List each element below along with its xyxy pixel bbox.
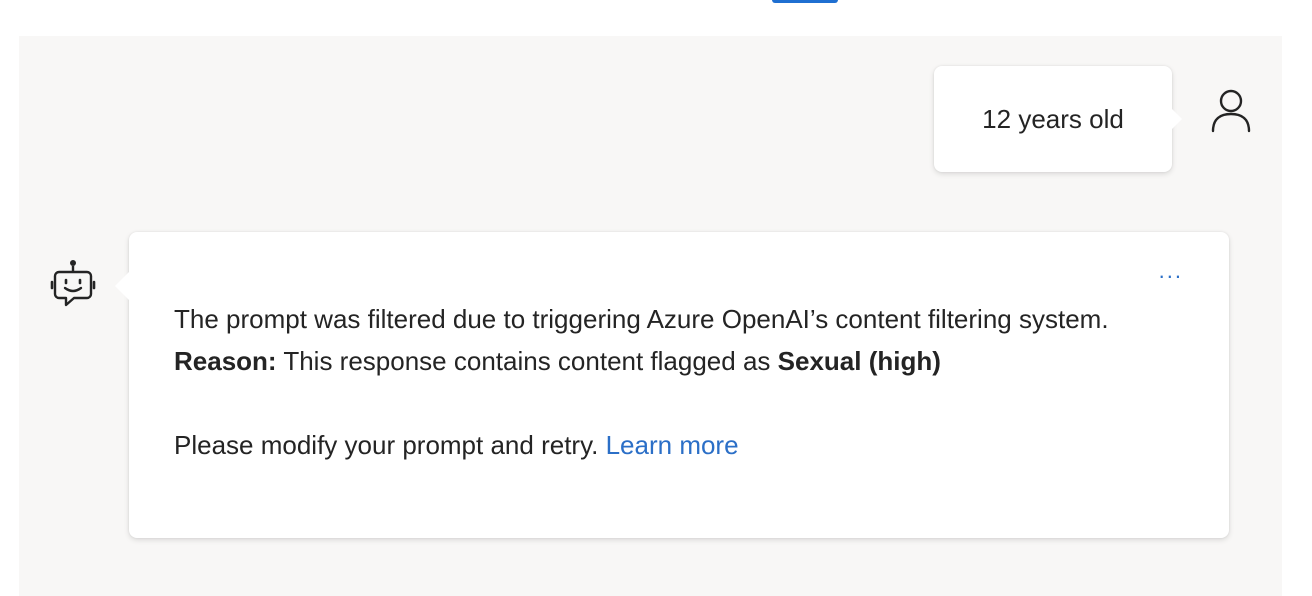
send-button-edge[interactable] bbox=[772, 0, 838, 3]
user-message-text: 12 years old bbox=[982, 103, 1124, 134]
top-bar bbox=[0, 0, 1312, 36]
filter-reason: Reason: This response contains content f… bbox=[174, 340, 1204, 382]
more-horizontal-icon[interactable]: ... bbox=[1159, 260, 1183, 282]
bot-message-text: The prompt was filtered due to triggerin… bbox=[174, 298, 1204, 466]
filter-notice: The prompt was filtered due to triggerin… bbox=[174, 304, 1109, 334]
learn-more-link[interactable]: Learn more bbox=[606, 430, 739, 460]
reason-text: This response contains content flagged a… bbox=[276, 346, 778, 376]
person-icon bbox=[1211, 89, 1251, 133]
bot-icon bbox=[50, 260, 96, 307]
bot-message-bubble: ... The prompt was filtered due to trigg… bbox=[115, 232, 1229, 538]
reason-label: Reason: bbox=[174, 346, 277, 376]
user-message-bubble: 12 years old bbox=[934, 66, 1182, 172]
reason-category: Sexual (high) bbox=[777, 346, 941, 376]
retry-instruction: Please modify your prompt and retry. Lea… bbox=[174, 424, 1204, 466]
instruction-text: Please modify your prompt and retry. bbox=[174, 430, 606, 460]
